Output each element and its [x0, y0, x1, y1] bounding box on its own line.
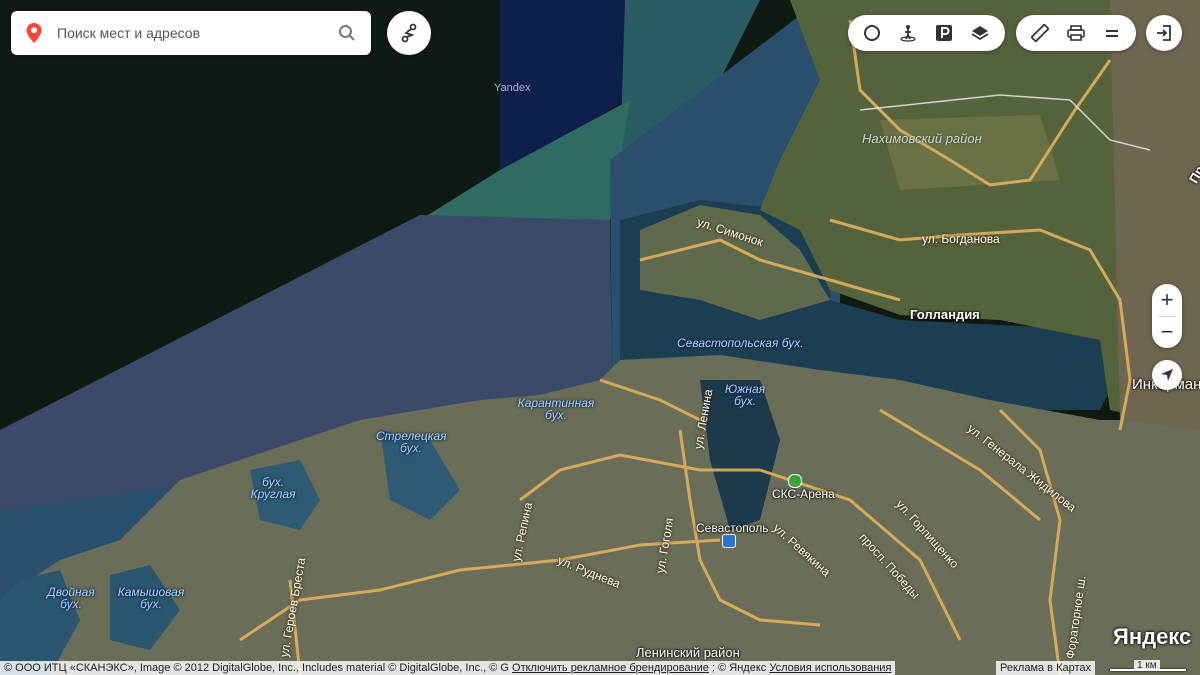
street-label: ул. Богданова [922, 232, 1000, 246]
printer-icon [1067, 25, 1085, 41]
map-canvas[interactable]: Yandex Нахимовский район ул. Симонок ул.… [0, 0, 1200, 675]
zoom-out-button[interactable]: − [1152, 316, 1182, 348]
menu-button[interactable] [1094, 15, 1130, 51]
yandex-copyright: ; © Яндекс [711, 662, 767, 674]
routes-button[interactable] [387, 11, 431, 55]
geolocation-button[interactable] [1152, 360, 1182, 390]
login-icon [1157, 25, 1171, 41]
yandex-logo: Яндекс [1113, 624, 1192, 649]
search-icon [339, 25, 355, 41]
tools-toolbar [1016, 15, 1136, 51]
parking-button[interactable] [926, 15, 962, 51]
poi-label: СКС-Арена [772, 487, 835, 501]
search-input[interactable] [55, 24, 329, 42]
district-label: Нахимовский район [862, 131, 982, 146]
panorama-button[interactable] [890, 15, 926, 51]
route-icon [401, 23, 417, 43]
map-pin-icon [26, 23, 42, 43]
scale-label: 1 км [1134, 660, 1160, 671]
zoom-divider [1158, 316, 1176, 317]
zoom-in-button[interactable]: + [1152, 284, 1182, 316]
water-label: Камышовая бух. [117, 585, 185, 611]
poi-label: Севастополь [696, 521, 769, 535]
location-arrow-icon [1161, 369, 1173, 381]
watermark: Yandex [494, 82, 531, 94]
traffic-icon [864, 25, 880, 41]
copyright-bar: © ООО ИТЦ «СКАНЭКС», Image © 2012 Digita… [0, 661, 896, 675]
water-label: Стрелецкая бух. [376, 429, 447, 455]
water-label: Севастопольская бух. [677, 336, 804, 350]
ads-link[interactable]: Реклама в Картах [996, 661, 1096, 675]
water-label: бух. Круглая [250, 475, 296, 501]
ruler-icon [1031, 24, 1049, 42]
panorama-person-icon [900, 25, 916, 42]
copyright-text: © ООО ИТЦ «СКАНЭКС», Image © 2012 Digita… [4, 662, 509, 674]
traffic-button[interactable] [854, 15, 890, 51]
print-button[interactable] [1058, 15, 1094, 51]
terms-link[interactable]: Условия использования [769, 662, 891, 674]
water-label: Карантинная бух. [517, 396, 595, 422]
station-icon[interactable] [722, 534, 736, 548]
district-label: Ленинский район [636, 645, 740, 660]
water-label: Южная бух. [724, 382, 766, 408]
disable-ads-link[interactable]: Отключить рекламное брендирование [512, 662, 709, 674]
water-label: Двойная бух. [47, 585, 95, 611]
layers-icon [971, 26, 989, 41]
search-button[interactable] [329, 15, 365, 51]
menu-icon [1106, 30, 1118, 37]
search-box [11, 11, 371, 55]
scale-bar: 1 км [1110, 660, 1186, 674]
ruler-button[interactable] [1022, 15, 1058, 51]
layers-button[interactable] [962, 15, 998, 51]
layers-toolbar [848, 15, 1005, 51]
stadium-icon[interactable] [788, 474, 802, 488]
zoom-control: + − [1152, 284, 1182, 348]
place-label: Голландия [910, 307, 980, 322]
parking-icon [936, 25, 952, 41]
login-button[interactable] [1146, 15, 1182, 51]
